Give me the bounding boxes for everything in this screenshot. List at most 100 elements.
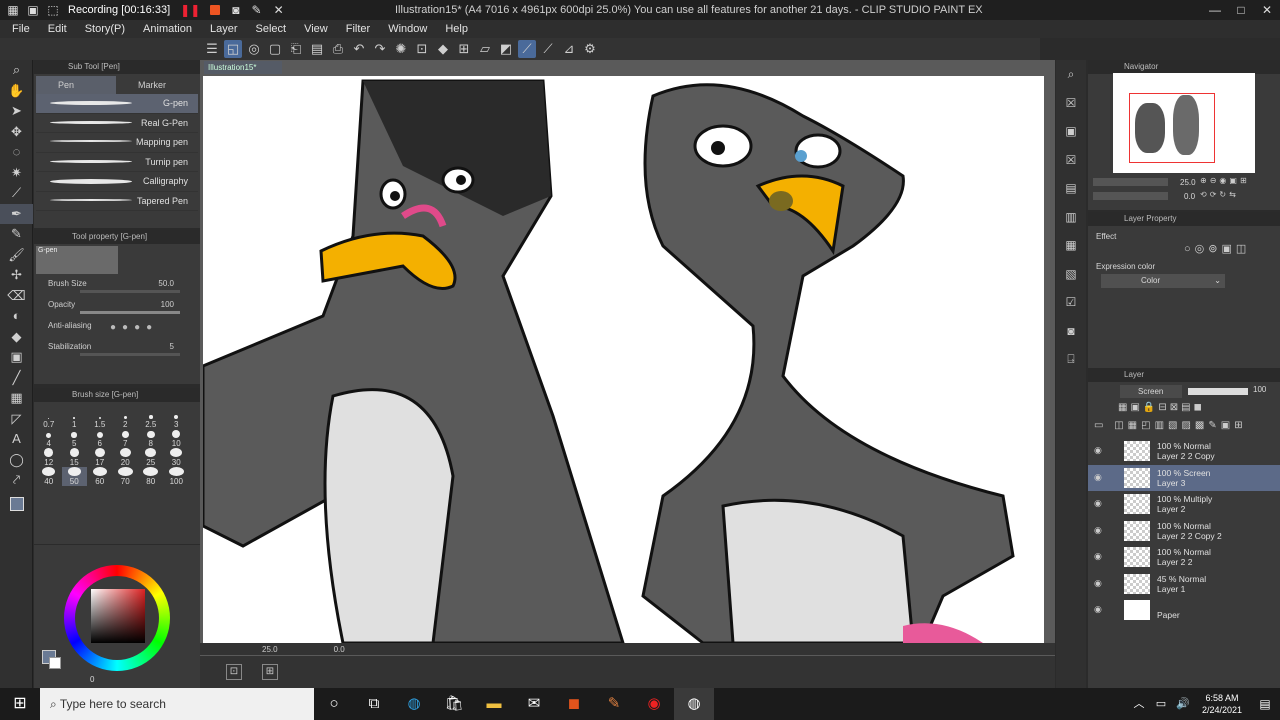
pen-tool-icon[interactable]: ✒ bbox=[0, 203, 33, 224]
nav-rotate-buttons[interactable]: ⟲⟳↻⇆ bbox=[1200, 190, 1239, 199]
brush-item-g-pen[interactable]: G-pen bbox=[36, 94, 198, 114]
network-icon[interactable]: ▭ bbox=[1150, 688, 1172, 720]
check-icon[interactable]: ☑ bbox=[1056, 288, 1086, 317]
document-tab[interactable]: Illustration15* bbox=[204, 61, 282, 74]
operation-tool-icon[interactable]: ➤ bbox=[0, 101, 33, 122]
brush-size-option[interactable]: 7 bbox=[113, 429, 139, 448]
blend-mode-select[interactable]: Screen bbox=[1120, 385, 1182, 398]
task-view-icon[interactable]: ⧉ bbox=[354, 688, 394, 720]
brush-size-option[interactable]: 25 bbox=[138, 448, 164, 467]
visibility-eye-icon[interactable]: ◉ bbox=[1094, 445, 1102, 456]
balloon-tool-icon[interactable]: ◯ bbox=[0, 450, 33, 471]
volume-icon[interactable]: 🔊 bbox=[1172, 688, 1194, 720]
eraser-tool-icon[interactable]: ⌫ bbox=[0, 286, 33, 307]
opacity-slider[interactable] bbox=[80, 311, 180, 314]
transform-icon[interactable]: ⊡ bbox=[413, 40, 431, 58]
brush-size-row[interactable]: Brush Size 50.0 bbox=[34, 276, 200, 297]
stop-recording-icon[interactable] bbox=[210, 5, 221, 15]
brush-size-option[interactable]: 6 bbox=[87, 429, 113, 448]
brush-size-option[interactable]: 0.7 bbox=[36, 410, 62, 429]
layer-row[interactable]: ◉ 100 % Normal Layer 2 2 Copy 2 bbox=[1088, 518, 1280, 544]
stabilization-row[interactable]: Stabilization 5 bbox=[34, 339, 200, 360]
auto-select-icon[interactable]: ✷ bbox=[0, 163, 33, 184]
correct-line-icon[interactable]: ⤤ bbox=[0, 470, 33, 491]
windows-start-icon[interactable]: ⊞ bbox=[0, 688, 40, 720]
nav-rotate-slider[interactable] bbox=[1093, 192, 1168, 200]
clear-icon[interactable]: ✺ bbox=[392, 40, 410, 58]
nav-zoom-value[interactable]: 25.0 bbox=[1180, 178, 1196, 187]
brush-size-option[interactable]: 12 bbox=[36, 448, 62, 467]
close-panel-icon[interactable]: ☒ bbox=[1056, 89, 1086, 118]
layer-search-icon[interactable]: ▥ bbox=[1056, 203, 1086, 232]
canvas-rotation-value[interactable]: 0.0 bbox=[334, 645, 345, 654]
visibility-eye-icon[interactable]: ◉ bbox=[1094, 604, 1102, 615]
brush-size-option[interactable]: 30 bbox=[164, 448, 190, 467]
deselect-icon[interactable]: ▱ bbox=[476, 40, 494, 58]
brush-size-option[interactable]: 1.5 bbox=[87, 410, 113, 429]
fill-icon[interactable]: ◆ bbox=[434, 40, 452, 58]
edge-icon[interactable]: ◍ bbox=[394, 688, 434, 720]
visibility-eye-icon[interactable]: ◉ bbox=[1094, 472, 1102, 483]
recorder-icon[interactable]: ◉ bbox=[634, 688, 674, 720]
menu-window[interactable]: Window bbox=[388, 23, 427, 35]
layer-row[interactable]: ◉ 100 % Normal Layer 2 2 bbox=[1088, 544, 1280, 570]
brush-size-option[interactable]: 60 bbox=[87, 467, 113, 486]
nav-rotate-value[interactable]: 0.0 bbox=[1184, 192, 1195, 201]
ruler-tool-icon[interactable]: ◸ bbox=[0, 409, 33, 430]
history-icon[interactable]: ▤ bbox=[1056, 174, 1086, 203]
layer-row[interactable]: ◉ 100 % Screen Layer 3 bbox=[1088, 464, 1280, 491]
brush-size-option[interactable]: 20 bbox=[113, 448, 139, 467]
maximize-button[interactable]: □ bbox=[1228, 0, 1254, 20]
brush-size-option[interactable]: 70 bbox=[113, 467, 139, 486]
office-icon[interactable]: ◼ bbox=[554, 688, 594, 720]
save-icon[interactable]: ▤ bbox=[308, 40, 326, 58]
nav-zoom-slider[interactable] bbox=[1093, 178, 1168, 186]
menu-icon[interactable]: ☰ bbox=[203, 40, 221, 58]
layer-lock-icons[interactable]: ▦▣🔒⊟⊠▤◼ bbox=[1118, 402, 1205, 413]
figure-tool-icon[interactable]: ╱ bbox=[0, 368, 33, 389]
app-grid-icon[interactable]: ▦ bbox=[6, 3, 20, 17]
brush-size-option[interactable]: 17 bbox=[87, 448, 113, 467]
menu-help[interactable]: Help bbox=[445, 23, 468, 35]
file-explorer-icon[interactable]: ▬ bbox=[474, 688, 514, 720]
tab-marker[interactable]: Marker bbox=[116, 76, 196, 94]
brush-size-option[interactable]: 1 bbox=[62, 410, 88, 429]
tray-chevron-up-icon[interactable]: ︿ bbox=[1128, 688, 1150, 720]
menu-animation[interactable]: Animation bbox=[143, 23, 192, 35]
print-icon[interactable]: ⎙ bbox=[329, 40, 347, 58]
redo-icon[interactable]: ↷ bbox=[371, 40, 389, 58]
opacity-row[interactable]: Opacity 100 bbox=[34, 297, 200, 318]
antialias-row[interactable]: Anti-aliasing ●●●● bbox=[34, 318, 200, 339]
menu-layer[interactable]: Layer bbox=[210, 23, 238, 35]
zoom-tool-icon[interactable]: ⌕ bbox=[0, 60, 33, 81]
color-swatch-icon[interactable] bbox=[0, 491, 33, 521]
layer-row[interactable]: ◉ 45 % Normal Layer 1 bbox=[1088, 571, 1280, 597]
canvas-zoom-value[interactable]: 25.0 bbox=[262, 645, 278, 654]
store-icon[interactable]: 🛍 bbox=[434, 688, 474, 720]
close-recorder-icon[interactable]: ✕ bbox=[274, 3, 284, 17]
text-tool-icon[interactable]: A bbox=[0, 429, 33, 450]
pen-icon[interactable]: ✎ bbox=[252, 3, 262, 17]
artboard[interactable] bbox=[203, 76, 1044, 643]
menu-file[interactable]: File bbox=[12, 23, 30, 35]
brush-size-option[interactable]: 40 bbox=[36, 467, 62, 486]
layer-row[interactable]: ◉ Paper bbox=[1088, 597, 1280, 623]
brush-tool-icon[interactable]: 🖌 bbox=[0, 245, 33, 266]
minimize-button[interactable]: — bbox=[1202, 0, 1228, 20]
folder-icon[interactable]: ⬚ bbox=[46, 3, 60, 17]
taskbar-search[interactable]: ⌕ Type here to search bbox=[40, 688, 314, 720]
antialias-options-icon[interactable]: ●●●● bbox=[110, 322, 158, 333]
brush-size-option[interactable]: 5 bbox=[62, 429, 88, 448]
visibility-eye-icon[interactable]: ◉ bbox=[1094, 525, 1102, 536]
layer-opacity-value[interactable]: 100 bbox=[1253, 385, 1266, 394]
brush-size-option[interactable]: 10 bbox=[164, 429, 190, 448]
nav-zoom-buttons[interactable]: ⊕⊖◉▣⊞ bbox=[1200, 176, 1250, 185]
eyedropper-icon[interactable]: ⟋ bbox=[0, 183, 33, 204]
snap-ruler-icon[interactable]: ⟋ bbox=[518, 40, 536, 58]
opacity-value[interactable]: 100 bbox=[161, 300, 174, 309]
effect-icons[interactable]: ○◎⊚▣◫ bbox=[1184, 242, 1250, 255]
item-bank-icon[interactable]: ▧ bbox=[1056, 260, 1086, 289]
brush-size-option[interactable]: 4 bbox=[36, 429, 62, 448]
airbrush-tool-icon[interactable]: ✢ bbox=[0, 265, 33, 286]
search-icon[interactable]: ⌕ bbox=[1056, 60, 1086, 89]
